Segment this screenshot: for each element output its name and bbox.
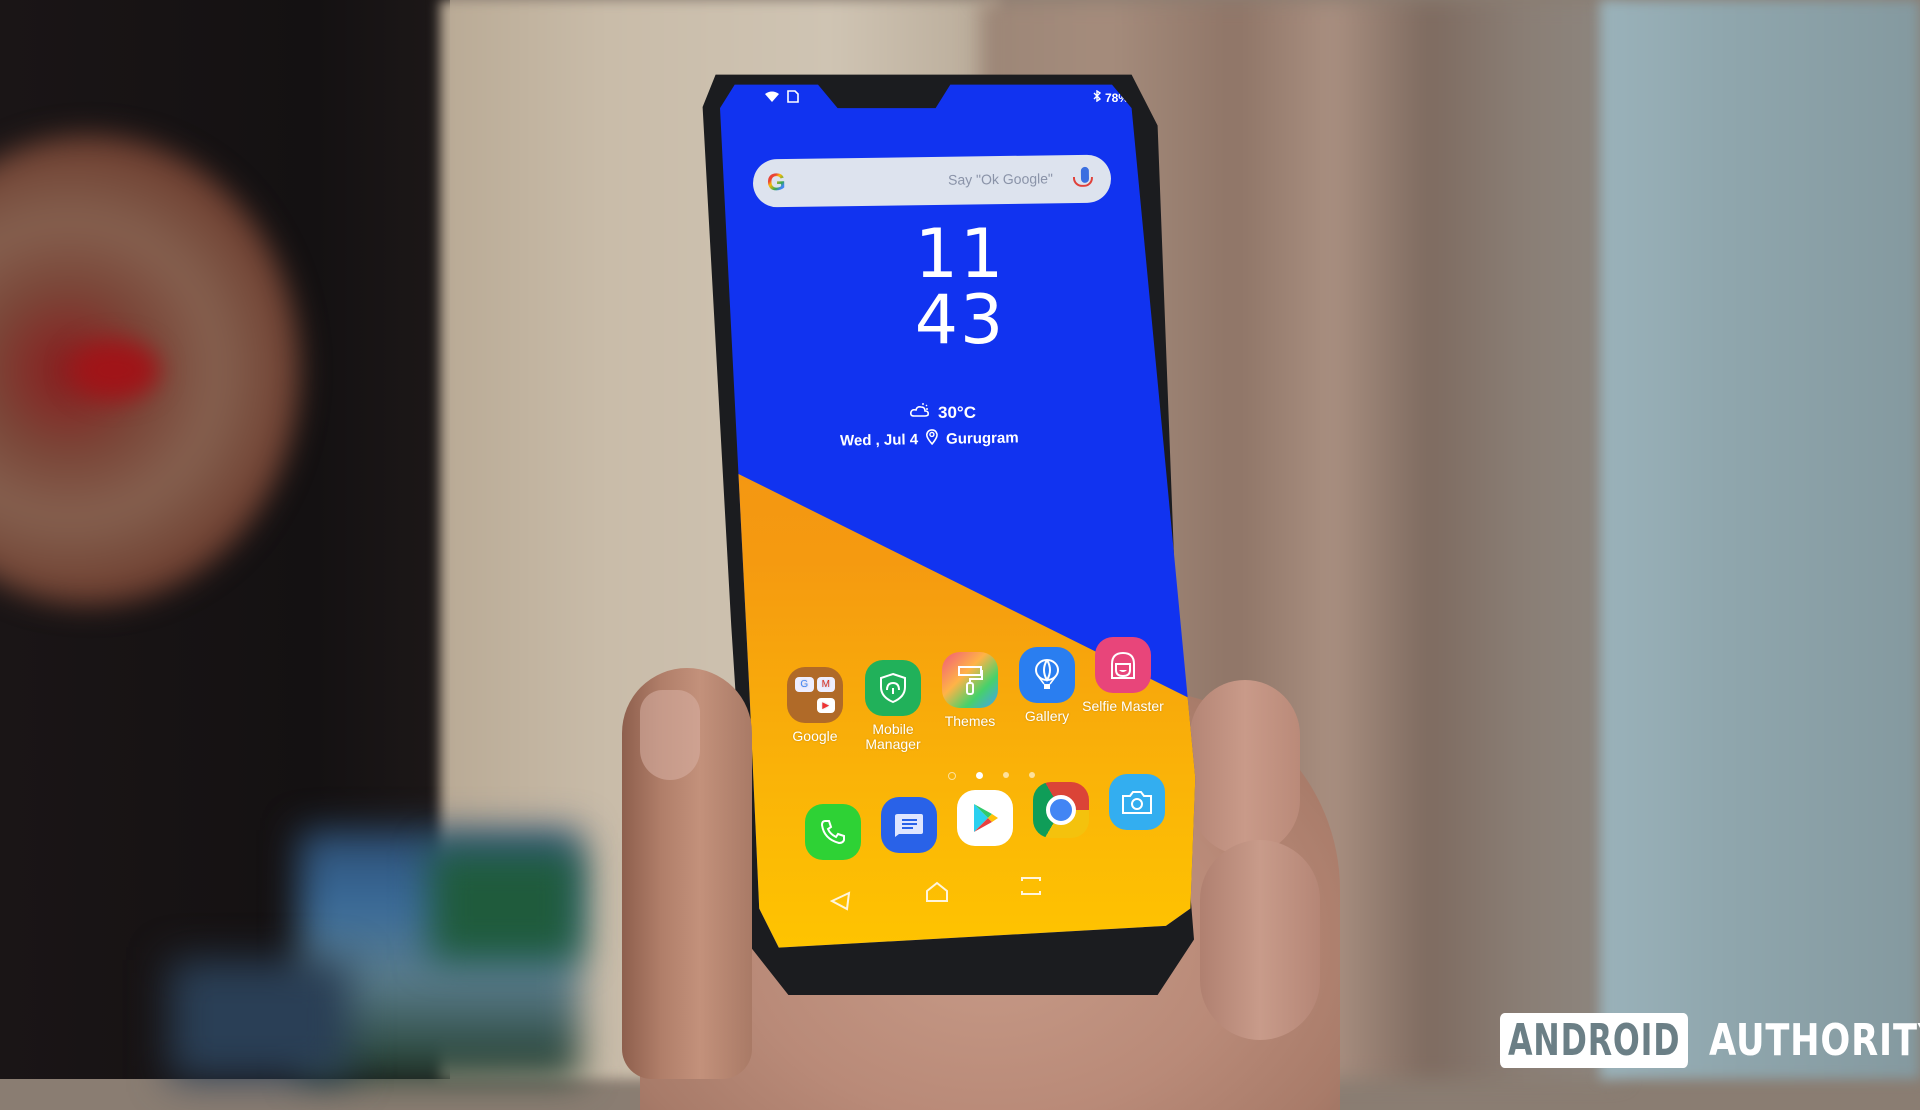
temperature: 30°C	[938, 402, 976, 422]
selfie-face-icon	[1095, 637, 1151, 693]
weather-widget[interactable]: 30°C	[910, 402, 976, 423]
background-blurred-blue-object	[170, 960, 350, 1079]
paint-roller-icon	[942, 652, 998, 708]
watermark-plain-text: AUTHORITY	[1709, 1015, 1920, 1066]
app-label: Mobile Manager	[865, 721, 921, 752]
back-icon[interactable]	[829, 887, 852, 918]
app-selfie-master[interactable]: Selfie Master	[1078, 637, 1168, 714]
clock-widget[interactable]: 11 43	[890, 215, 1030, 360]
page-dot-1[interactable]	[948, 772, 956, 780]
page-dot-4[interactable]	[1029, 772, 1035, 778]
cloudy-sun-icon	[910, 402, 930, 423]
clock-hour: 11	[914, 215, 1006, 294]
phone-screen[interactable]: 78% 11:43 G Say "Ok Google" 11 43 30°C W…	[720, 84, 1196, 948]
thumb-nail	[640, 690, 700, 780]
hot-air-balloon-icon	[1019, 647, 1075, 703]
google-folder-icon: G M ▶	[787, 667, 843, 723]
wifi-icon	[765, 91, 779, 106]
phone-icon	[805, 804, 861, 860]
google-g-icon[interactable]: G	[767, 169, 786, 197]
home-icon[interactable]	[925, 879, 949, 910]
app-label: Themes	[944, 713, 996, 729]
message-icon	[881, 797, 937, 853]
date-location[interactable]: Wed , Jul 4 Gurugram	[840, 427, 1019, 450]
smartphone: 78% 11:43 G Say "Ok Google" 11 43 30°C W…	[700, 70, 1220, 995]
date-text: Wed , Jul 4	[839, 430, 919, 450]
background-blue-wall	[1600, 0, 1920, 1079]
google-search-bar[interactable]: G Say "Ok Google"	[752, 154, 1112, 208]
shield-gauge-icon	[865, 660, 921, 716]
status-time: 11:43	[1141, 90, 1172, 105]
page-dot-2-active[interactable]	[976, 772, 983, 779]
recents-icon[interactable]	[1020, 872, 1042, 903]
clock-minute: 43	[914, 281, 1006, 360]
app-label: Gallery	[1024, 708, 1070, 724]
page-indicator[interactable]	[948, 772, 1035, 780]
dock-camera[interactable]	[1092, 774, 1182, 836]
app-label: Google	[792, 728, 838, 744]
background-blurred-green-object	[430, 850, 580, 960]
background-plate-red-spot	[70, 340, 160, 400]
app-google-folder[interactable]: G M ▶ Google	[770, 667, 860, 744]
page-dot-3[interactable]	[1003, 772, 1009, 778]
play-store-icon	[957, 790, 1013, 846]
location-pin-icon	[926, 429, 938, 449]
android-authority-watermark: ANDROID AUTHORITY	[1500, 1013, 1920, 1068]
watermark-boxed-text: ANDROID	[1500, 1013, 1689, 1068]
search-hint-text: Say "Ok Google"	[947, 170, 1054, 188]
location-text: Gurugram	[945, 428, 1019, 448]
sim-card-icon	[787, 90, 799, 106]
bluetooth-icon	[1093, 89, 1102, 105]
chrome-icon	[1033, 782, 1089, 838]
camera-icon	[1109, 774, 1165, 830]
app-label: Selfie Master	[1082, 698, 1164, 714]
